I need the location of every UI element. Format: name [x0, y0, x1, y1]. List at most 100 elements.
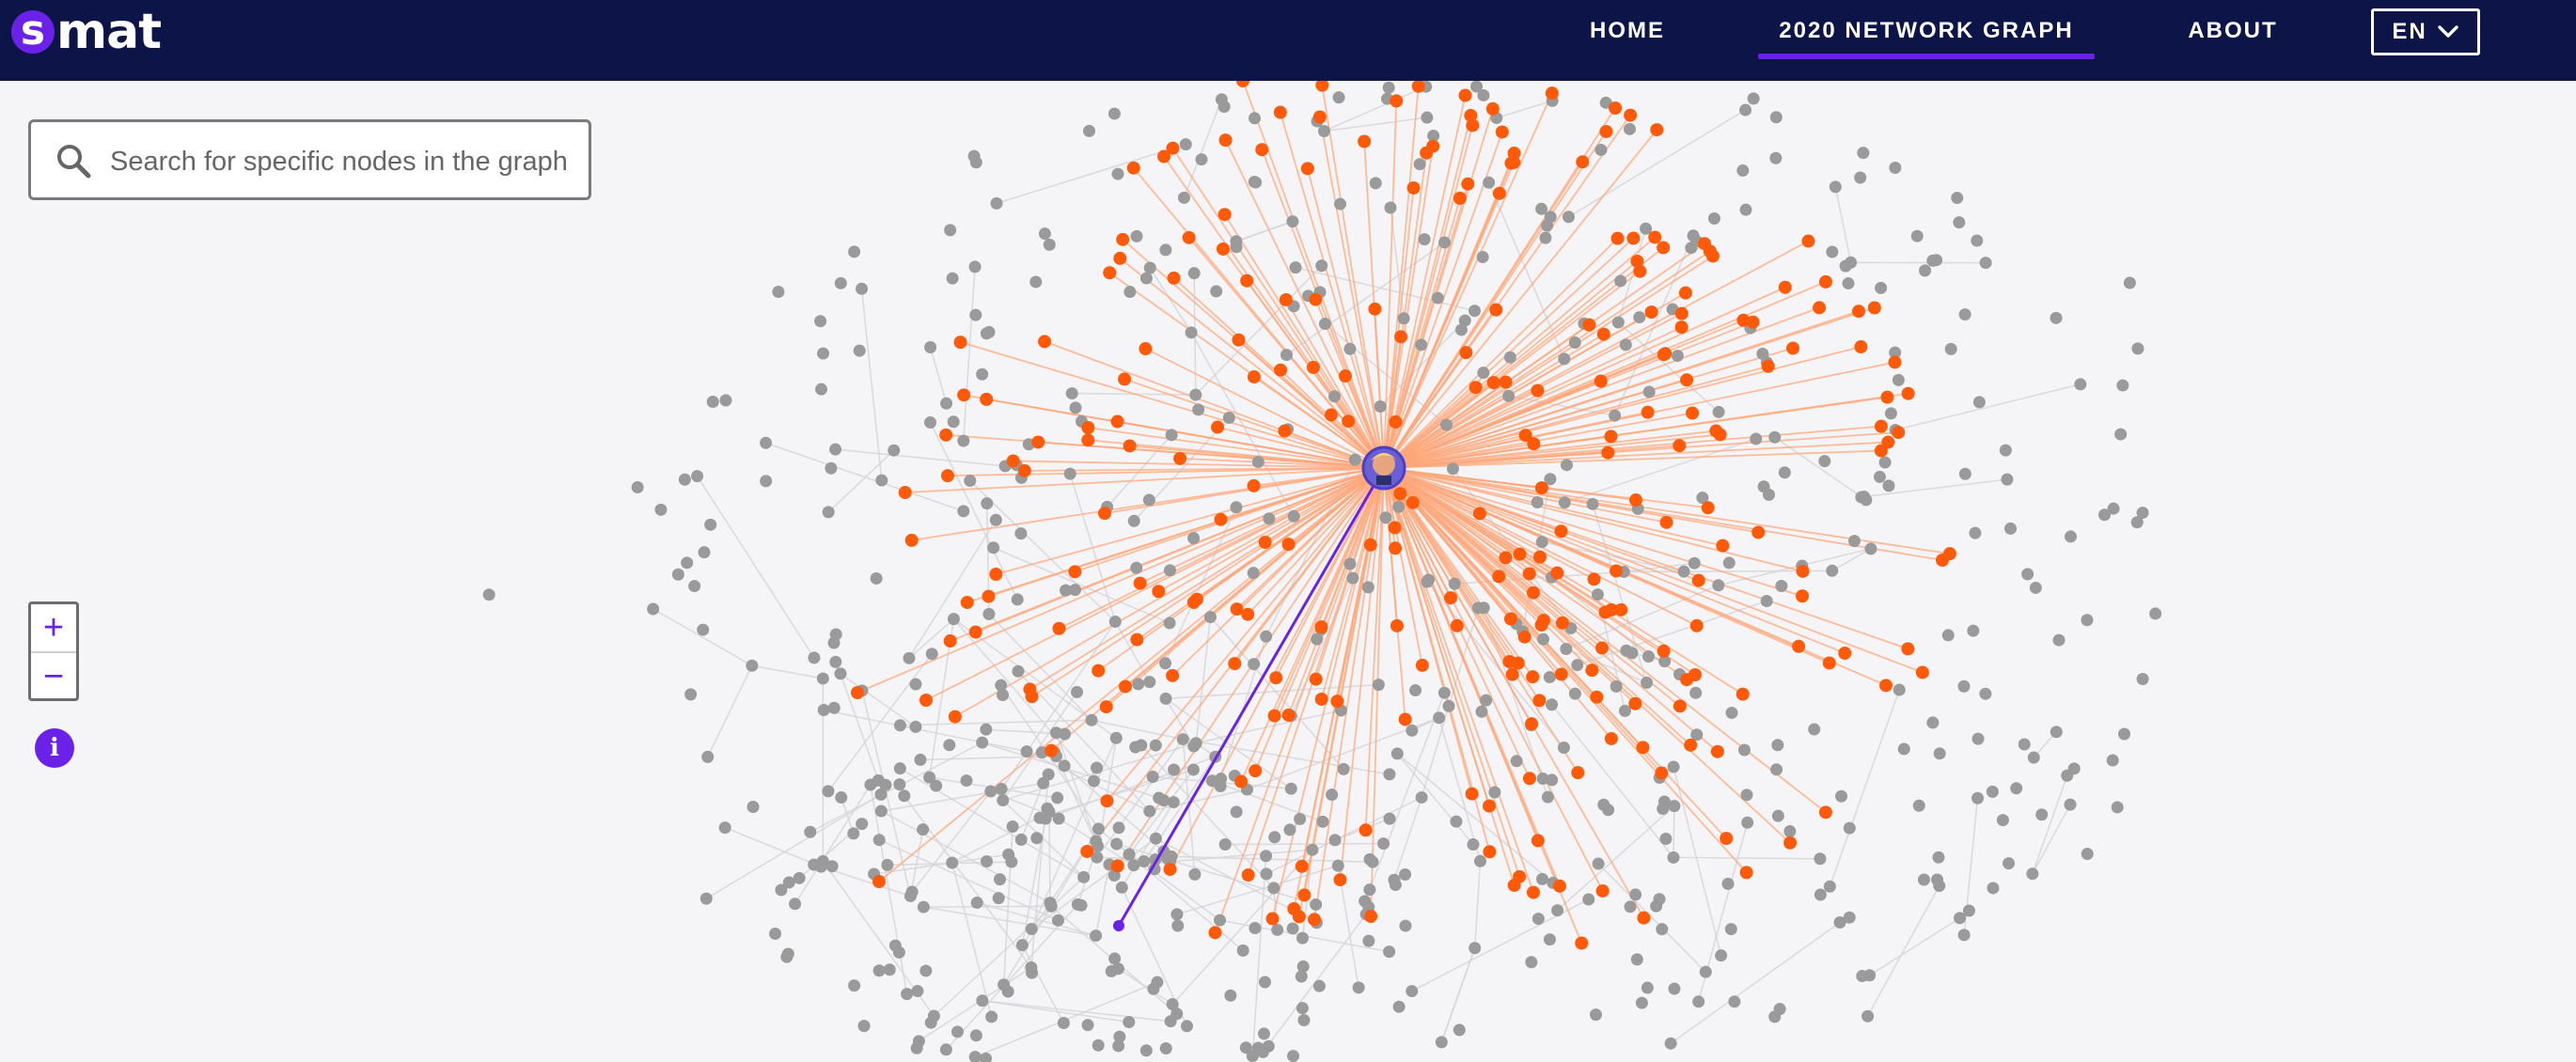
language-select[interactable]: EN [2371, 8, 2480, 55]
highlighted-node [1641, 405, 1655, 419]
highlighted-node [1851, 305, 1865, 319]
graph-node [1294, 812, 1307, 825]
graph-node [1063, 467, 1076, 480]
zoom-in-button[interactable]: + [31, 604, 76, 653]
highlighted-node [960, 595, 974, 609]
graph-node [1123, 286, 1137, 299]
graph-node [1132, 678, 1145, 691]
graph-node [1926, 716, 1940, 729]
graph-node [1352, 981, 1365, 994]
graph-node [969, 308, 982, 321]
highlighted-node [1420, 146, 1434, 160]
graph-node [980, 327, 993, 340]
highlighted-node [1495, 125, 1509, 139]
graph-node [1562, 211, 1575, 224]
nav-network-graph-link[interactable]: 2020 NETWORK GRAPH [1758, 0, 2095, 66]
graph-node [994, 873, 1007, 886]
graph-node [901, 988, 914, 1001]
highlighted-node [1390, 618, 1404, 633]
highlighted-node [1532, 550, 1547, 564]
highlighted-node [1709, 424, 1723, 438]
highlighted-node [1604, 731, 1618, 745]
graph-node [992, 892, 1005, 905]
node-search-box[interactable] [28, 119, 591, 200]
graph-node [969, 156, 982, 169]
graph-node [875, 474, 888, 487]
highlighted-node [1045, 743, 1059, 757]
graph-node [1480, 694, 1493, 707]
highlighted-node [1648, 230, 1662, 244]
graph-node [1739, 203, 1752, 216]
graph-node [1346, 571, 1359, 585]
graph-node [1110, 837, 1123, 851]
highlighted-node [872, 875, 886, 888]
highlighted-node [1499, 375, 1513, 389]
graph-node [1535, 202, 1548, 215]
graph-node [827, 701, 840, 714]
graph-node [919, 964, 933, 977]
graph-node [1750, 432, 1763, 445]
graph-node [1085, 713, 1098, 726]
graph-node [1060, 584, 1073, 597]
graph-node [1910, 229, 1924, 242]
graph-node [1707, 211, 1720, 225]
highlighted-node [1133, 576, 1147, 590]
graph-node [1951, 192, 1964, 205]
graph-node [1778, 466, 1791, 479]
graph-edge [923, 905, 1052, 908]
graph-node [1149, 739, 1162, 752]
graph-node [1135, 739, 1148, 752]
selected-node[interactable] [1113, 920, 1124, 931]
zoom-out-button[interactable]: − [31, 653, 76, 700]
graph-node [903, 651, 916, 664]
logo[interactable]: s mat [11, 6, 162, 58]
graph-node [1230, 235, 1243, 248]
highlighted-node [1576, 155, 1590, 169]
graph-node [822, 506, 835, 519]
highlighted-node [1466, 118, 1480, 133]
graph-node [1071, 685, 1084, 698]
graph-node [893, 778, 906, 791]
graph-node [1592, 857, 1605, 870]
graph-node [2061, 769, 2074, 782]
graph-node [719, 394, 732, 407]
graph-node [1215, 773, 1228, 786]
graph-node [1158, 657, 1171, 670]
graph-node [2065, 530, 2078, 543]
info-button[interactable]: i [35, 728, 74, 768]
highlighted-node [957, 388, 971, 402]
search-input[interactable] [108, 139, 582, 184]
graph-node [1833, 916, 1846, 929]
avatar-icon[interactable] [1361, 445, 1406, 491]
graph-node [2149, 607, 2162, 620]
highlighted-node [1265, 912, 1280, 926]
graph-node [1557, 741, 1570, 754]
nav-about-link[interactable]: ABOUT [2179, 0, 2286, 66]
graph-node [1115, 881, 1128, 894]
highlighted-node [1123, 439, 1137, 453]
graph-node [989, 513, 1002, 526]
graph-node [874, 804, 887, 818]
highlighted-node [1450, 618, 1464, 633]
graph-edge [1190, 332, 1295, 517]
graph-node [1611, 316, 1625, 329]
graph-node [1165, 429, 1178, 442]
graph-node [1551, 904, 1564, 917]
graph-node [946, 856, 959, 869]
graph-node [981, 497, 994, 510]
highlighted-node [1255, 143, 1269, 157]
graph-node [912, 1035, 925, 1048]
highlighted-node [1483, 845, 1497, 859]
highlighted-node [1216, 242, 1230, 256]
highlighted-node [1167, 271, 1181, 285]
nav-home-link[interactable]: HOME [1576, 0, 1679, 66]
graph-node [1422, 573, 1436, 586]
highlighted-node [1783, 836, 1798, 850]
network-graph-canvas[interactable] [0, 81, 2576, 1062]
graph-node [1629, 888, 1642, 901]
highlighted-node [1716, 539, 1730, 553]
graph-node [1739, 103, 1752, 117]
graph-node [1933, 747, 1946, 760]
graph-node [1289, 261, 1302, 274]
graph-node [1502, 389, 1516, 402]
